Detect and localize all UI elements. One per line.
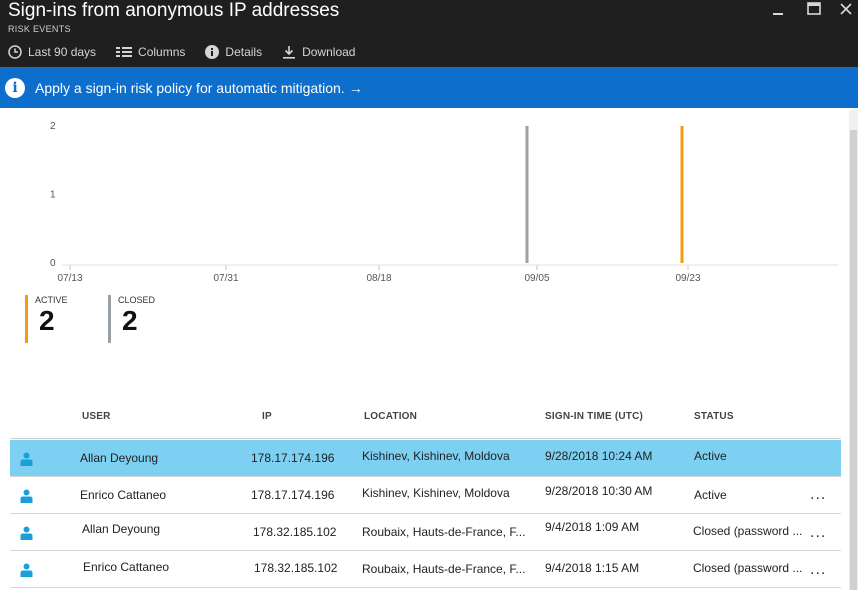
cell-signin-time: 9/28/2018 10:30 AM	[545, 484, 653, 498]
cell-user: Enrico Cattaneo	[83, 560, 170, 574]
table-divider	[10, 438, 841, 439]
more-options-button[interactable]: ...	[810, 524, 826, 542]
closed-summary-bar	[108, 295, 111, 343]
cell-ip: 178.32.185.102	[253, 525, 337, 539]
column-header-signin-time[interactable]: SIGN-IN TIME (UTC)	[545, 411, 643, 422]
close-icon[interactable]	[840, 2, 852, 19]
cell-location: Kishinev, Kishinev, Moldova	[362, 449, 510, 463]
columns-icon	[116, 46, 133, 58]
closed-summary[interactable]: CLOSED 2	[108, 295, 178, 345]
cell-signin-time: 9/28/2018 10:24 AM	[545, 449, 653, 463]
cell-signin-time: 9/4/2018 1:09 AM	[545, 520, 640, 534]
cell-ip: 178.32.185.102	[254, 561, 338, 575]
maximize-icon[interactable]	[807, 2, 821, 19]
y-tick-label: 2	[50, 121, 56, 132]
download-button[interactable]: Download	[282, 43, 355, 61]
toolbar: Last 90 days Columns Details Download	[8, 43, 355, 61]
details-label: Details	[225, 45, 263, 59]
cell-ip: 178.17.174.196	[251, 488, 335, 502]
cell-signin-time: 9/4/2018 1:15 AM	[545, 561, 640, 575]
arrow-right-icon: →	[348, 79, 363, 96]
columns-label: Columns	[138, 45, 186, 59]
cell-ip: 178.17.174.196	[251, 451, 335, 465]
last-90-days-label: Last 90 days	[28, 45, 97, 59]
active-summary[interactable]: ACTIVE 2	[25, 295, 95, 345]
bar-active	[680, 126, 684, 263]
scrollbar-thumb[interactable]	[850, 130, 857, 590]
details-button[interactable]: Details	[205, 43, 262, 61]
bar-closed	[525, 126, 529, 263]
blade-header: Sign-ins from anonymous IP addresses RIS…	[0, 0, 858, 67]
columns-button[interactable]: Columns	[116, 43, 185, 61]
y-tick-label: 0	[50, 258, 56, 269]
cell-location: Roubaix, Hauts-de-France, F...	[362, 525, 526, 539]
x-tick-label: 09/23	[675, 273, 700, 284]
user-icon	[20, 489, 33, 508]
cell-user: Allan Deyoung	[82, 522, 161, 536]
x-tick-label: 08/18	[366, 273, 391, 284]
y-tick-label: 1	[50, 190, 56, 201]
column-header-location[interactable]: LOCATION	[364, 411, 417, 422]
last-90-days-button[interactable]: Last 90 days	[8, 43, 96, 61]
cell-status: Active	[694, 449, 727, 463]
cell-location: Roubaix, Hauts-de-France, F...	[362, 562, 526, 576]
info-icon	[205, 45, 220, 59]
table-header: USER IP LOCATION SIGN-IN TIME (UTC) STAT…	[0, 411, 848, 427]
cell-status: Closed (password ...	[693, 561, 803, 575]
clock-icon	[8, 45, 22, 59]
page-subtitle: RISK EVENTS	[8, 24, 71, 34]
cell-status: Active	[694, 488, 727, 502]
user-icon	[20, 526, 33, 545]
banner-text: Apply a sign-in risk policy for automati…	[35, 79, 345, 96]
x-tick-label: 09/05	[524, 273, 549, 284]
more-options-button[interactable]: ...	[810, 561, 826, 579]
column-header-status[interactable]: STATUS	[694, 411, 734, 422]
active-summary-bar	[25, 295, 28, 343]
table-row[interactable]: Allan Deyoung 178.17.174.196 Kishinev, K…	[10, 440, 841, 477]
active-summary-value: 2	[39, 305, 55, 336]
cell-user: Allan Deyoung	[80, 451, 159, 465]
page-title: Sign-ins from anonymous IP addresses	[8, 0, 340, 21]
active-summary-label: ACTIVE	[35, 295, 68, 305]
x-tick-label: 07/13	[57, 273, 82, 284]
minimize-icon[interactable]	[772, 2, 784, 19]
table-row[interactable]: Allan Deyoung 178.32.185.102 Roubaix, Ha…	[10, 514, 841, 551]
x-tick-label: 07/31	[213, 273, 238, 284]
closed-summary-label: CLOSED	[118, 295, 156, 305]
column-header-user[interactable]: USER	[82, 411, 111, 422]
user-icon	[20, 563, 33, 582]
cell-user: Enrico Cattaneo	[80, 488, 167, 502]
info-icon: i	[5, 77, 25, 98]
risk-events-chart: 0 1 2 07/13 07/31 08/18 09/05 09/23	[0, 108, 848, 288]
table-row[interactable]: Enrico Cattaneo 178.32.185.102 Roubaix, …	[10, 551, 841, 588]
table-row[interactable]: Enrico Cattaneo 178.17.174.196 Kishinev,…	[10, 477, 841, 514]
vertical-scrollbar[interactable]	[849, 110, 858, 590]
closed-summary-value: 2	[122, 305, 138, 336]
cell-status: Closed (password ...	[693, 524, 803, 538]
download-label: Download	[302, 45, 356, 59]
download-icon	[282, 45, 296, 59]
more-options-button[interactable]: ...	[810, 486, 826, 504]
cell-location: Kishinev, Kishinev, Moldova	[362, 486, 510, 500]
risk-policy-banner[interactable]: i Apply a sign-in risk policy for automa…	[0, 67, 858, 108]
chart-canvas: 0 1 2 07/13 07/31 08/18 09/05 09/23	[50, 121, 838, 284]
user-icon	[20, 452, 33, 471]
column-header-ip[interactable]: IP	[262, 411, 272, 422]
